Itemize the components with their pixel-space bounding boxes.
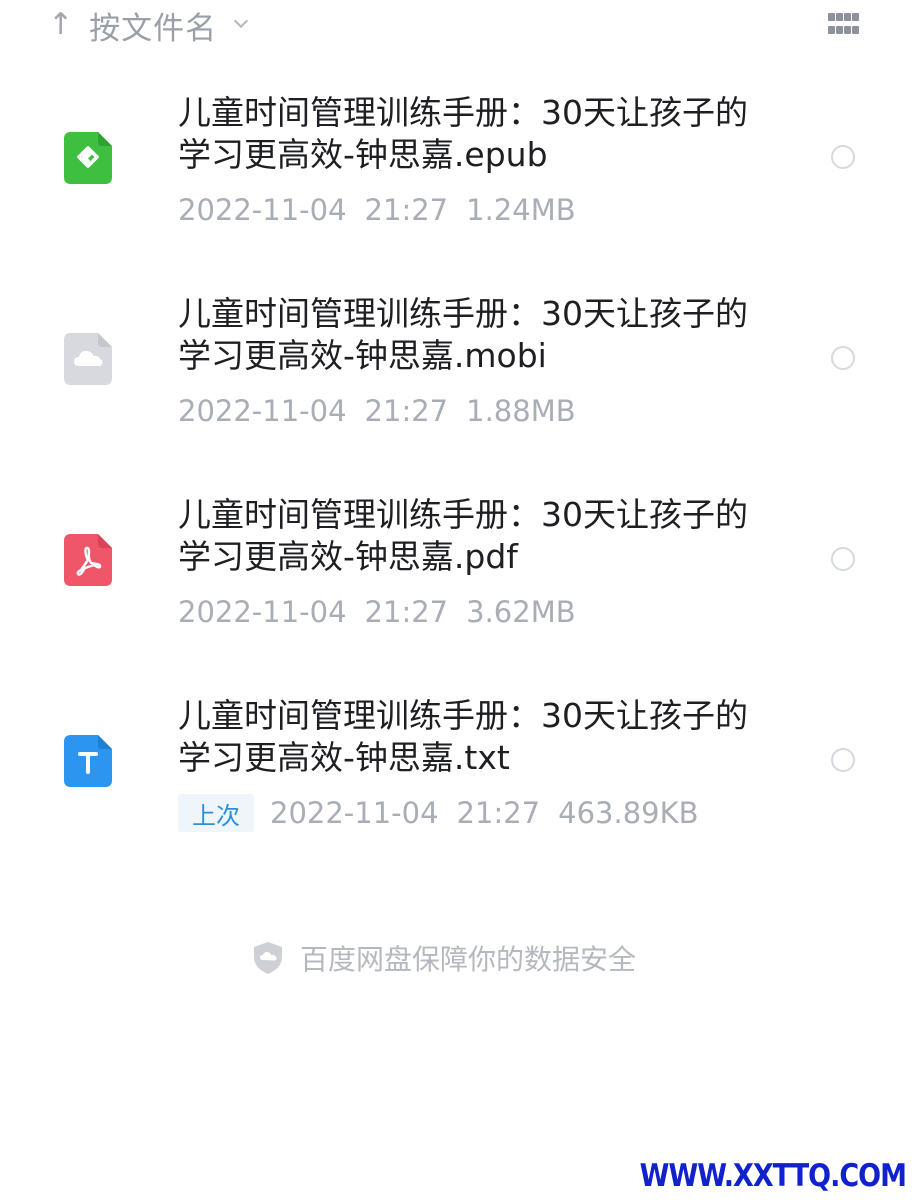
watermark: WWW.XXTTQ.COM [639,1158,907,1194]
grid-icon [828,13,835,21]
cloud-file-icon [64,333,112,385]
file-time: 21:27 [364,394,449,428]
grid-icon-cell [836,13,843,21]
file-name: 儿童时间管理训练手册：30天让孩子的学习更高效-钟思嘉.txt [178,696,748,777]
grid-icon-cell [852,26,859,34]
file-meta: 2022-11-04 21:27 1.88MB [178,393,576,429]
file-date: 2022-11-04 [178,595,347,629]
file-time: 21:27 [456,796,541,830]
grid-view-toggle[interactable] [828,13,860,35]
grid-icon-cell [844,13,851,21]
last-opened-badge: 上次 [178,794,254,832]
list-item[interactable]: 儿童时间管理训练手册：30天让孩子的学习更高效-钟思嘉.mobi 2022-11… [0,293,914,494]
file-size: 1.88MB [466,394,576,428]
grid-icon-cell [828,26,835,34]
grid-icon-cell [852,13,859,21]
file-name: 儿童时间管理训练手册：30天让孩子的学习更高效-钟思嘉.pdf [178,495,748,576]
epub-file-icon [64,132,112,184]
file-list: 儿童时间管理训练手册：30天让孩子的学习更高效-钟思嘉.epub 2022-11… [0,92,914,896]
grid-icon-cell [844,26,851,34]
list-item[interactable]: 儿童时间管理训练手册：30天让孩子的学习更高效-钟思嘉.txt 上次 2022-… [0,695,914,896]
file-size: 1.24MB [466,193,576,227]
file-name: 儿童时间管理训练手册：30天让孩子的学习更高效-钟思嘉.mobi [178,294,748,375]
sort-direction-icon[interactable]: ↑ [48,10,73,40]
grid-icon-cell [836,26,843,34]
sort-control[interactable]: ↑ 按文件名 [48,4,247,47]
file-meta: 上次 2022-11-04 21:27 463.89KB [178,794,699,832]
file-date: 2022-11-04 [178,193,347,227]
file-meta: 2022-11-04 21:27 1.24MB [178,192,576,228]
sort-label: 按文件名 [89,10,218,47]
select-radio[interactable] [831,547,855,571]
list-item[interactable]: 儿童时间管理训练手册：30天让孩子的学习更高效-钟思嘉.pdf 2022-11-… [0,494,914,695]
select-radio[interactable] [831,346,855,370]
file-name: 儿童时间管理训练手册：30天让孩子的学习更高效-钟思嘉.epub [178,93,748,174]
file-date: 2022-11-04 [178,394,347,428]
file-size: 463.89KB [558,796,699,830]
chevron-down-icon[interactable] [235,16,247,28]
list-item[interactable]: 儿童时间管理训练手册：30天让孩子的学习更高效-钟思嘉.epub 2022-11… [0,92,914,293]
file-meta: 2022-11-04 21:27 3.62MB [178,594,576,630]
txt-file-icon [64,735,112,787]
select-radio[interactable] [831,145,855,169]
security-text: 百度网盘保障你的数据安全 [300,943,637,976]
shield-icon [254,942,282,974]
file-size: 3.62MB [466,595,576,629]
select-radio[interactable] [831,748,855,772]
file-time: 21:27 [364,193,449,227]
file-date: 2022-11-04 [270,796,439,830]
pdf-file-icon [64,534,112,586]
security-note: 百度网盘保障你的数据安全 [252,938,636,978]
file-time: 21:27 [364,595,449,629]
